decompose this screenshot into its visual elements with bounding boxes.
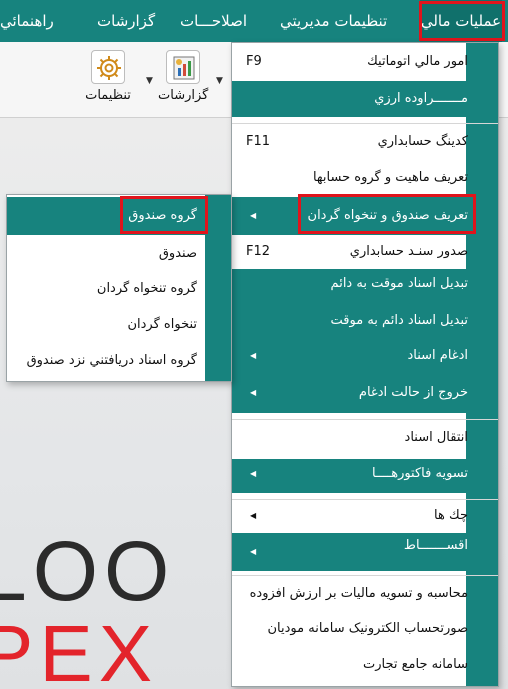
menu-item-temp-to-permanent[interactable]: تبديل اسناد موقت به دائم xyxy=(232,269,498,303)
shortcut-label: F12 xyxy=(246,244,271,259)
menu-reports[interactable]: گزارشات xyxy=(97,0,155,42)
settings-toolbar-label: تنظيمات xyxy=(85,88,131,103)
submenu-arrow-icon: ◀ xyxy=(250,547,257,556)
menu-item-checks[interactable]: چك ها ◀ xyxy=(232,501,498,531)
menu-item-account-coding[interactable]: كدينگ حسابداري F11 xyxy=(232,127,498,157)
menu-divider xyxy=(232,499,498,500)
menu-divider xyxy=(232,123,498,124)
submenu-item-cash-box-group[interactable]: گروه صندوق xyxy=(7,197,231,235)
menu-item-electronic-invoice[interactable]: صورتحساب الكترونيک سامانه موديان xyxy=(232,611,498,647)
menu-financial-operations[interactable]: عمليات مالي xyxy=(420,0,502,42)
submenu-arrow-icon: ◀ xyxy=(250,469,257,478)
menu-help[interactable]: راهنمائي xyxy=(0,0,54,42)
menu-divider xyxy=(232,575,498,576)
menu-item-invoice-settlement[interactable]: تسويه فاكتورهــــا ◀ xyxy=(232,459,498,493)
shortcut-label: F9 xyxy=(246,54,262,69)
submenu-arrow-icon: ◀ xyxy=(250,351,257,360)
submenu-item-petty-cash[interactable]: تنخواه گردان xyxy=(7,307,231,343)
shortcut-label: F11 xyxy=(246,134,271,149)
submenu-arrow-icon: ◀ xyxy=(250,388,257,397)
report-chart-icon xyxy=(166,50,200,84)
dropdown-arrow-icon[interactable]: ▼ xyxy=(216,76,223,86)
menu-item-currency-exchange[interactable]: مـــــــراوده ارزي xyxy=(232,81,498,117)
cash-box-submenu: گروه صندوق صندوق گروه تنخواه گردان تنخوا… xyxy=(6,194,232,382)
gear-icon xyxy=(91,50,125,84)
menu-item-installments[interactable]: اقســـــــاط ◀ xyxy=(232,533,498,571)
menu-item-vat-settlement[interactable]: محاسبه و تسويه ماليات بر ارزش افزوده xyxy=(232,577,498,611)
menu-item-permanent-to-temp[interactable]: تبديل اسناد دائم به موقت xyxy=(232,303,498,339)
dropdown-arrow-icon[interactable]: ▼ xyxy=(146,76,153,86)
settings-toolbar-button[interactable]: تنظيمات xyxy=(80,50,136,114)
menu-item-exit-merge[interactable]: خروج از حالت ادغام ◀ xyxy=(232,373,498,413)
submenu-item-receivable-docs-group[interactable]: گروه اسناد دريافتني نزد صندوق xyxy=(7,343,231,379)
logo-text-line1: LOO xyxy=(0,524,176,618)
logo-text-line2: PEX xyxy=(0,609,159,689)
submenu-arrow-icon: ◀ xyxy=(250,511,257,520)
submenu-item-cash-box[interactable]: صندوق xyxy=(7,237,231,271)
menu-divider xyxy=(232,419,498,420)
menu-item-merge-vouchers[interactable]: ادغام اسناد ◀ xyxy=(232,339,498,373)
submenu-item-petty-cash-group[interactable]: گروه تنخواه گردان xyxy=(7,271,231,307)
menu-item-auto-accounting[interactable]: امور مالي اتوماتيك F9 xyxy=(232,43,498,81)
reports-toolbar-button[interactable]: گزارشات xyxy=(158,50,208,114)
financial-operations-menu: امور مالي اتوماتيك F9 مـــــــراوده ارزي… xyxy=(231,42,499,687)
submenu-arrow-icon: ◀ xyxy=(250,211,257,220)
menu-bar: عمليات مالي تنظيمات مديريتي اصلاحـــات گ… xyxy=(0,0,508,42)
reports-toolbar-label: گزارشات xyxy=(158,88,209,103)
menu-corrections[interactable]: اصلاحـــات xyxy=(180,0,247,42)
menu-item-transfer-vouchers[interactable]: انتقال اسناد xyxy=(232,421,498,455)
menu-item-issue-voucher[interactable]: صدور سنـد حسابداري F12 xyxy=(232,237,498,267)
menu-item-trade-system[interactable]: سامانه جامع تجارت xyxy=(232,647,498,683)
menu-management-settings[interactable]: تنظيمات مديريتي xyxy=(280,0,387,42)
menu-item-account-groups[interactable]: تعريف ماهيت و گروه حسابها xyxy=(232,163,498,193)
menu-item-cash-box-definition[interactable]: تعريف صندوق و تنخواه گردان ◀ xyxy=(232,197,498,235)
